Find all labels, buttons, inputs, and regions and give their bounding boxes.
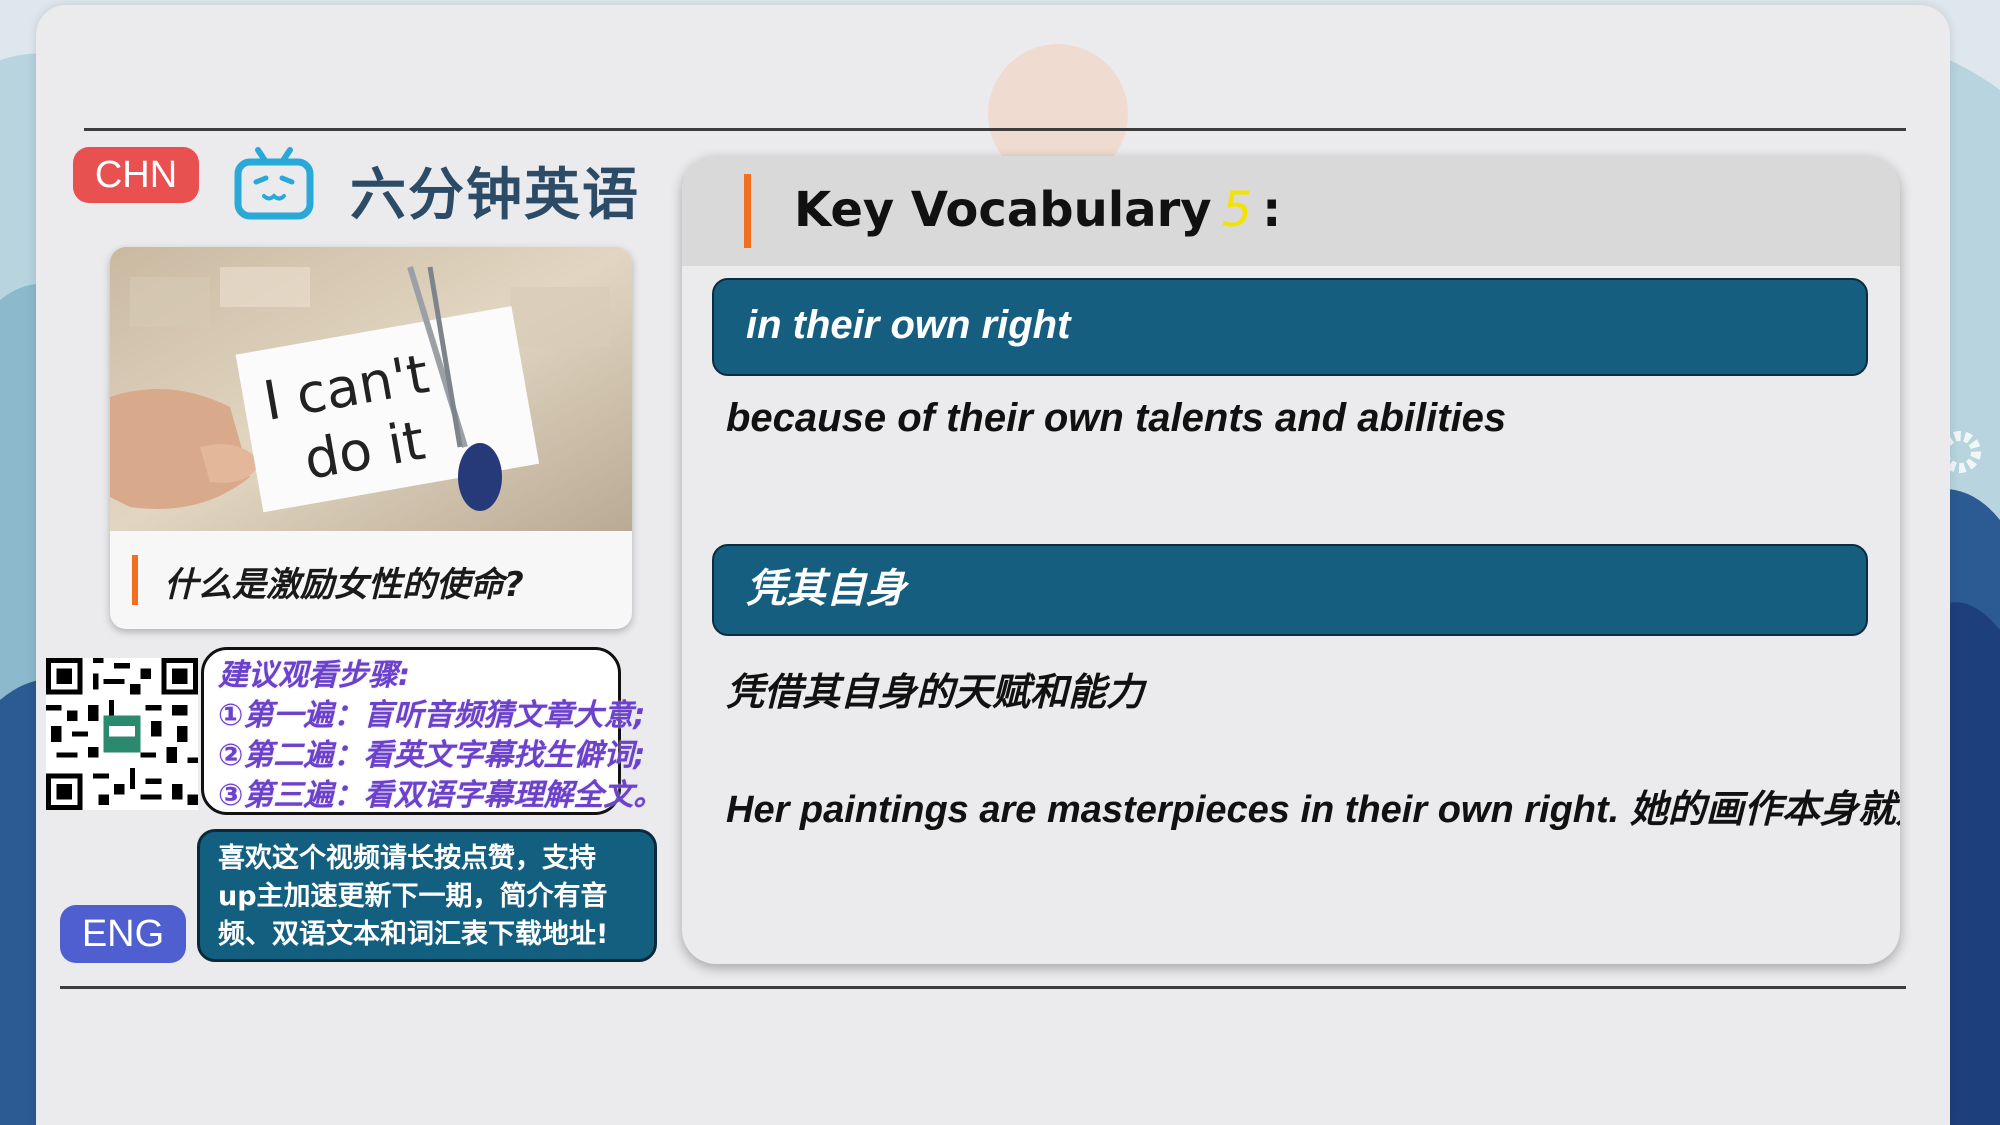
bottom-divider (60, 986, 1906, 989)
caption-accent-bar (132, 555, 138, 605)
viewing-steps-box: 建议观看步骤: ①第一遍：盲听音频猜文章大意; ②第二遍：看英文字幕找生僻词; … (201, 647, 664, 815)
phrase-bar: in their own right (712, 278, 1868, 376)
phrase-definition: because of their own talents and abiliti… (726, 396, 1507, 440)
qr-code-icon[interactable] (46, 658, 198, 810)
heading-colon: : (1262, 182, 1282, 238)
bilibili-tv-icon (234, 147, 314, 220)
eng-badge[interactable]: ENG (60, 905, 186, 963)
vocabulary-panel: Key Vocabulary 5: in their own right beca… (682, 156, 1900, 964)
header-accent-bar (744, 174, 751, 248)
phrase-cn-bar: 凭其自身 (712, 544, 1868, 636)
chn-badge[interactable]: CHN (73, 147, 199, 203)
topic-caption: 什么是激励女性的使命? (164, 565, 524, 605)
example-sentence: Her paintings are masterpieces in their … (726, 789, 1900, 831)
like-line-3: 频、双语文本和词汇表下载地址! (218, 919, 609, 950)
heading-text: Key Vocabulary (794, 182, 1212, 238)
steps-line-1: ①第一遍：盲听音频猜文章大意; (218, 698, 646, 733)
top-divider (84, 128, 1906, 131)
like-line-1: 喜欢这个视频请长按点赞，支持 (218, 843, 596, 874)
like-prompt-box: 喜欢这个视频请长按点赞，支持 up主加速更新下一期，简介有音 频、双语文本和词汇… (197, 829, 657, 962)
steps-title: 建议观看步骤: (218, 658, 410, 693)
vocabulary-number: 5 (1221, 182, 1253, 238)
brand-title: 六分钟英语 (350, 163, 640, 228)
topic-card[interactable]: I can't do it 什么是激励女性的使命? (110, 247, 632, 629)
cant-do-it-photo: I can't do it (110, 247, 632, 531)
steps-line-3: ③第三遍：看双语字幕理解全文。 (218, 778, 664, 813)
phrase-definition-cn: 凭借其自身的天赋和能力 (726, 670, 1145, 714)
vocabulary-header: Key Vocabulary 5: (682, 156, 1900, 266)
steps-line-2: ②第二遍：看英文字幕找生僻词; (218, 738, 646, 773)
vocabulary-heading: Key Vocabulary 5: (794, 182, 1281, 238)
like-line-2: up主加速更新下一期，简介有音 (218, 881, 608, 912)
